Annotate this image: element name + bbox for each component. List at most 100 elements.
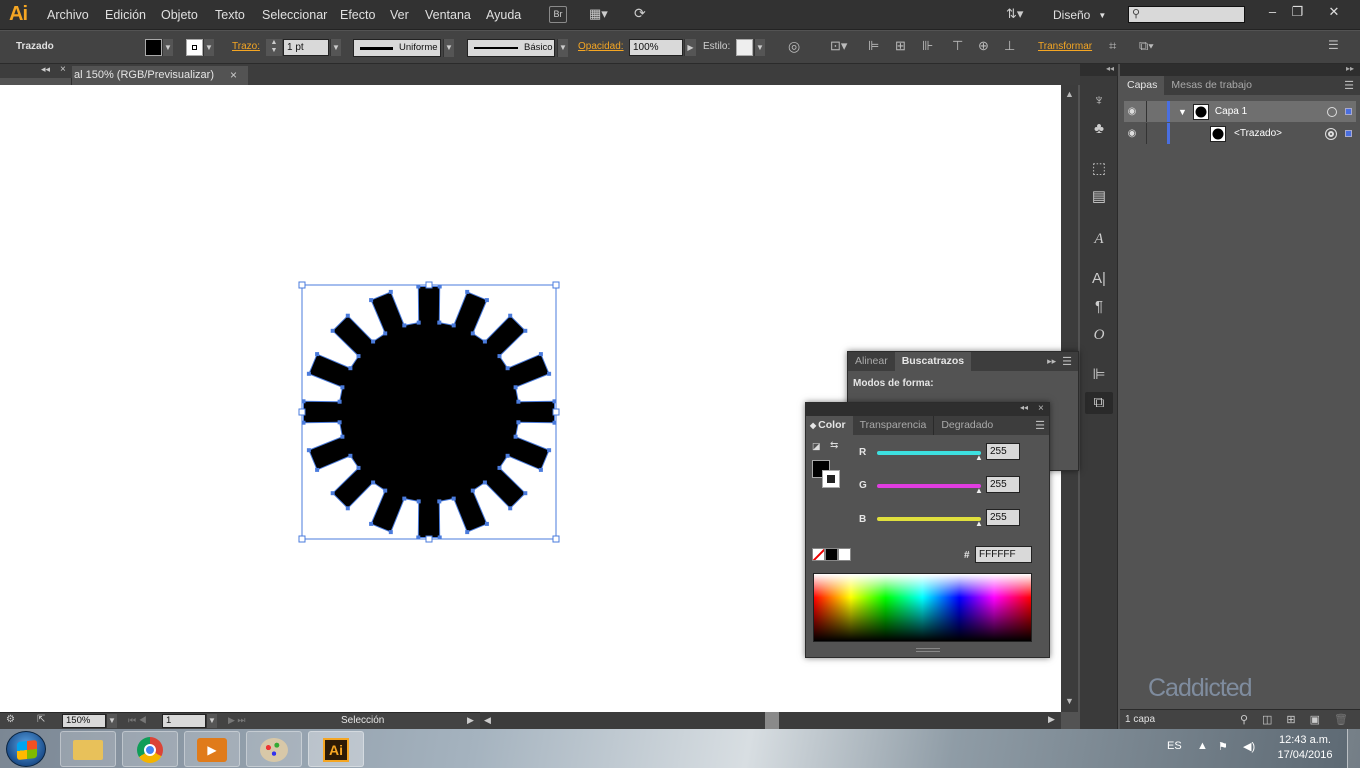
chevron-down-icon[interactable]: ▼ (203, 39, 214, 56)
paragraph-icon[interactable]: ¶ (1085, 296, 1113, 318)
taskbar-explorer[interactable] (60, 731, 116, 767)
anchor-point[interactable] (505, 453, 510, 458)
target-icon[interactable] (1325, 127, 1337, 140)
tab-buscatrazos[interactable]: Buscatrazos (894, 352, 972, 371)
menu-seleccionar[interactable]: Seleccionar (262, 8, 327, 22)
chevron-down-icon[interactable]: ▼ (206, 714, 217, 728)
tab-mesas-de-trabajo[interactable]: Mesas de trabajo (1164, 76, 1259, 95)
gpu-performance-icon[interactable]: ⟳ (634, 5, 646, 22)
menu-efecto[interactable]: Efecto (340, 8, 375, 22)
new-sublayer-icon[interactable]: ⊞ (1286, 713, 1295, 726)
tab-degradado[interactable]: Degradado (934, 416, 1000, 435)
anchor-point[interactable] (437, 499, 442, 504)
recolor-artwork-icon[interactable]: ◎ (788, 38, 800, 55)
status-menu-icon[interactable]: ▶ (467, 715, 474, 726)
minimize-button[interactable]: – (1260, 3, 1285, 20)
anchor-point[interactable] (383, 331, 388, 336)
gear-shape[interactable] (303, 286, 555, 538)
anchor-point[interactable] (306, 448, 311, 453)
resize-handle[interactable] (298, 281, 306, 289)
resize-handle[interactable] (552, 535, 560, 543)
anchor-point[interactable] (516, 420, 521, 425)
resize-handle[interactable] (425, 535, 433, 543)
delete-icon[interactable]: 🗑 (1334, 713, 1348, 726)
hex-field[interactable]: FFFFFF (975, 546, 1032, 563)
isolate-icon[interactable]: ⌗ (1109, 38, 1116, 54)
anchor-point[interactable] (484, 298, 489, 303)
anchor-point[interactable] (402, 496, 407, 501)
anchor-point[interactable] (388, 530, 393, 535)
language-indicator[interactable]: ES (1167, 740, 1182, 752)
close-window-button[interactable]: ✕ (1316, 3, 1352, 20)
brush-definition[interactable]: Básico (467, 39, 555, 57)
anchor-point[interactable] (538, 467, 543, 472)
anchor-point[interactable] (547, 448, 552, 453)
stroke-weight-field[interactable]: 1 pt (283, 39, 329, 56)
anchor-point[interactable] (451, 496, 456, 501)
anchor-point[interactable] (470, 488, 475, 493)
chevron-down-icon[interactable]: ▼ (443, 39, 454, 57)
b-slider-thumb[interactable]: ▲ (975, 519, 983, 528)
chevron-down-icon[interactable]: ▼ (754, 39, 765, 56)
anchor-point[interactable] (508, 313, 513, 318)
r-slider-thumb[interactable]: ▲ (975, 453, 983, 462)
anchor-point[interactable] (516, 399, 521, 404)
anchor-point[interactable] (416, 499, 421, 504)
panel-menu-icon[interactable]: ☰ (1056, 355, 1078, 368)
anchor-point[interactable] (437, 320, 442, 325)
menu-texto[interactable]: Texto (215, 8, 245, 22)
layer-row[interactable]: ◉ <Trazado> (1124, 123, 1356, 144)
anchor-point[interactable] (315, 352, 320, 357)
last-artboard-icon[interactable]: ▶ ⏭ (228, 715, 246, 726)
taskbar-paint[interactable] (246, 731, 302, 767)
show-desktop-button[interactable] (1347, 729, 1360, 768)
panel-menu-icon[interactable]: ☰ (1344, 79, 1360, 92)
lock-toggle[interactable] (1146, 123, 1170, 144)
restore-button[interactable]: ❐ (1285, 3, 1310, 20)
anchor-point[interactable] (523, 328, 528, 333)
anchor-point[interactable] (402, 323, 407, 328)
anchor-point[interactable] (369, 298, 374, 303)
gear-path[interactable] (301, 284, 557, 540)
symbols-icon[interactable]: ♣ (1085, 118, 1113, 140)
help-search-input[interactable]: ⚲ (1128, 6, 1245, 23)
first-artboard-icon[interactable]: ⏮ ◀ (128, 715, 147, 726)
tab-alinear[interactable]: Alinear (848, 352, 895, 371)
sync-icon[interactable]: ⇅▾ (1006, 6, 1023, 22)
anchor-point[interactable] (330, 328, 335, 333)
bridge-button[interactable]: Br (549, 6, 567, 23)
chevron-down-icon[interactable]: ▼ (557, 39, 568, 57)
clock[interactable]: 12:43 a.m. 17/04/2016 (1275, 734, 1335, 761)
chevron-down-icon[interactable]: ▼ (330, 39, 341, 56)
anchor-point[interactable] (340, 385, 345, 390)
anchor-point[interactable] (482, 480, 487, 485)
g-value-field[interactable]: 255 (986, 476, 1020, 493)
scroll-right-icon[interactable]: ▶ (1048, 714, 1055, 725)
fill-swatch-control[interactable]: ▼ (145, 39, 173, 56)
share-icon[interactable]: ⇱ (37, 714, 45, 725)
menu-archivo[interactable]: Archivo (47, 8, 89, 22)
panel-menu-icon[interactable]: ☰ (1035, 419, 1049, 432)
menu-ventana[interactable]: Ventana (425, 8, 471, 22)
anchor-point[interactable] (484, 521, 489, 526)
anchor-point[interactable] (356, 465, 361, 470)
b-slider[interactable] (877, 517, 981, 521)
collapse-icon[interactable]: ▸▸ (1120, 64, 1360, 76)
swap-colors-icon[interactable]: ⇆ (830, 440, 838, 451)
default-colors-icon[interactable]: ◪ (812, 441, 821, 452)
tab-capas[interactable]: Capas (1120, 76, 1165, 95)
transform-link[interactable]: Transformar (1038, 41, 1092, 52)
anchor-point[interactable] (451, 323, 456, 328)
anchor-point[interactable] (337, 420, 342, 425)
r-slider[interactable] (877, 451, 981, 455)
visibility-eye-icon[interactable]: ◉ (1124, 128, 1140, 139)
stroke-swatch[interactable] (186, 39, 203, 56)
menu-objeto[interactable]: Objeto (161, 8, 198, 22)
anchor-point[interactable] (513, 385, 518, 390)
align-middle-icon[interactable]: ⊕ (978, 38, 989, 54)
tab-transparencia[interactable]: Transparencia (853, 416, 935, 435)
b-value-field[interactable]: 255 (986, 509, 1020, 526)
chevron-down-icon[interactable]: ▼ (162, 39, 173, 56)
chevron-right-icon[interactable]: ▶ (684, 39, 696, 56)
align-left-icon[interactable]: ⊫ (868, 38, 879, 54)
